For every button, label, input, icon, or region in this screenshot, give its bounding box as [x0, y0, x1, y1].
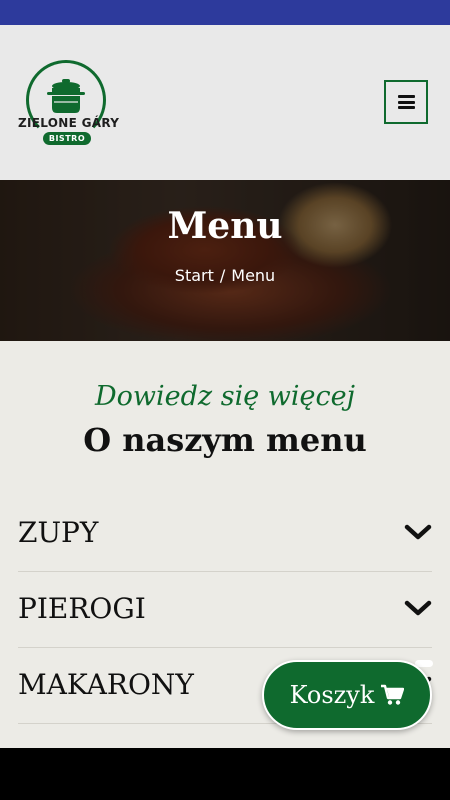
- cart-label: Koszyk: [289, 681, 375, 709]
- breadcrumb-separator: /: [219, 266, 226, 285]
- status-bar: [0, 0, 450, 25]
- section-title: O naszym menu: [83, 421, 367, 459]
- accordion-label: PIEROGI: [18, 592, 146, 625]
- hamburger-icon: [397, 95, 415, 109]
- breadcrumb-start-link[interactable]: Start: [175, 266, 214, 285]
- breadcrumb-current: Menu: [231, 266, 276, 285]
- logo-badge: BISTRO: [43, 132, 91, 145]
- chevron-down-icon: [404, 600, 432, 616]
- section-eyebrow: Dowiedz się więcej: [95, 381, 355, 412]
- page-title: Menu: [167, 205, 283, 247]
- system-navigation-bar: [0, 748, 450, 800]
- pot-icon: [47, 79, 85, 113]
- chevron-down-icon: [404, 524, 432, 540]
- accordion-item-pierogi[interactable]: PIEROGI: [18, 572, 432, 648]
- menu-toggle-button[interactable]: [384, 80, 428, 124]
- accordion-label: ZUPY: [18, 516, 99, 549]
- site-header: ZIELONE GÁRY BISTRO: [0, 25, 450, 180]
- hero-banner: Menu Start / Menu: [0, 180, 450, 341]
- accordion-item-zupy[interactable]: ZUPY: [18, 496, 432, 572]
- accordion-label: MAKARONY: [18, 668, 194, 701]
- logo[interactable]: ZIELONE GÁRY BISTRO: [18, 60, 120, 146]
- cart-icon: [381, 684, 405, 705]
- logo-name: ZIELONE GÁRY: [18, 116, 120, 130]
- breadcrumb: Start / Menu: [0, 266, 450, 285]
- cart-button[interactable]: Koszyk: [262, 660, 432, 730]
